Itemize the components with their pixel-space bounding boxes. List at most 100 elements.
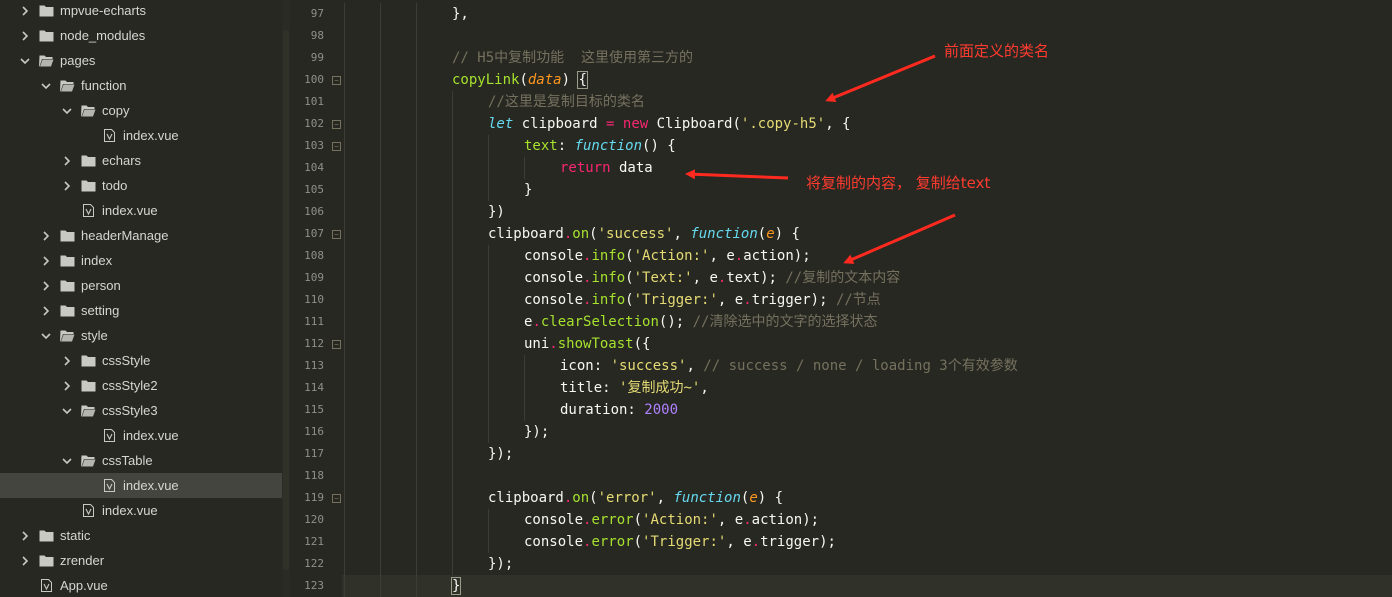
code-line[interactable]: clipboard.on('error', function(e) {: [342, 487, 1392, 509]
code-token-punc: :: [557, 138, 575, 154]
code-line[interactable]: //这里是复制目标的类名: [342, 91, 1392, 113]
chevron-down-icon[interactable]: [60, 104, 74, 118]
tree-folder-copy[interactable]: copy: [0, 98, 282, 123]
tree-file[interactable]: index.vue: [0, 198, 282, 223]
indent-guide: [344, 179, 345, 201]
tree-folder-headermanage[interactable]: headerManage: [0, 223, 282, 248]
tree-item-label: index: [81, 253, 113, 268]
indent-guide: [344, 201, 345, 223]
chevron-right-icon[interactable]: [18, 29, 32, 43]
code-line[interactable]: });: [342, 443, 1392, 465]
chevron-right-icon[interactable]: [18, 4, 32, 18]
chevron-down-icon[interactable]: [18, 54, 32, 68]
tree-folder-index[interactable]: index: [0, 248, 282, 273]
code-line[interactable]: }: [342, 575, 1392, 597]
tree-folder-todo[interactable]: todo: [0, 173, 282, 198]
tree-folder-function[interactable]: function: [0, 73, 282, 98]
indent-guide: [344, 421, 345, 443]
chevron-down-icon[interactable]: [39, 329, 53, 343]
code-line[interactable]: console.info('Text:', e.text); //复制的文本内容: [342, 267, 1392, 289]
code-line[interactable]: // H5中复制功能 这里使用第三方的: [342, 47, 1392, 69]
indent-guide: [452, 355, 453, 377]
indent-guide: [380, 311, 381, 333]
code-line[interactable]: console.info('Action:', e.action);: [342, 245, 1392, 267]
code-line[interactable]: let clipboard = new Clipboard('.copy-h5'…: [342, 113, 1392, 135]
tree-folder-node-modules[interactable]: node_modules: [0, 23, 282, 48]
chevron-down-icon[interactable]: [60, 454, 74, 468]
code-line[interactable]: text: function() {: [342, 135, 1392, 157]
indent-guide: [452, 421, 453, 443]
tree-folder-echars[interactable]: echars: [0, 148, 282, 173]
chevron-right-icon[interactable]: [18, 529, 32, 543]
chevron-right-icon[interactable]: [39, 279, 53, 293]
fold-toggle-icon[interactable]: −: [332, 142, 341, 151]
tree-folder-style[interactable]: style: [0, 323, 282, 348]
tree-file[interactable]: index.vue: [0, 123, 282, 148]
tree-file[interactable]: index.vue: [0, 473, 282, 498]
code-line[interactable]: });: [342, 421, 1392, 443]
tree-item-label: cssStyle3: [102, 403, 158, 418]
chevron-right-icon[interactable]: [60, 354, 74, 368]
code-line[interactable]: e.clearSelection(); //清除选中的文字的选择状态: [342, 311, 1392, 333]
chevron-right-icon[interactable]: [60, 154, 74, 168]
line-number: 121: [304, 535, 324, 548]
chevron-right-icon[interactable]: [39, 229, 53, 243]
code-line[interactable]: icon: 'success', // success / none / loa…: [342, 355, 1392, 377]
code-line[interactable]: title: '复制成功~',: [342, 377, 1392, 399]
fold-toggle-icon[interactable]: −: [332, 494, 341, 503]
code-text: let clipboard = new Clipboard('.copy-h5'…: [488, 113, 851, 135]
tree-folder-static[interactable]: static: [0, 523, 282, 548]
indent-guide: [416, 179, 417, 201]
chevron-right-icon[interactable]: [60, 179, 74, 193]
code-line[interactable]: duration: 2000: [342, 399, 1392, 421]
code-line[interactable]: console.info('Trigger:', e.trigger); //节…: [342, 289, 1392, 311]
tree-folder-setting[interactable]: setting: [0, 298, 282, 323]
chevron-down-icon[interactable]: [60, 404, 74, 418]
indent-guide: [416, 289, 417, 311]
indent-guide: [416, 157, 417, 179]
chevron-right-icon[interactable]: [39, 304, 53, 318]
indent-guide: [452, 157, 453, 179]
sidebar-scrollbar-thumb[interactable]: [283, 30, 289, 570]
tree-folder-zrender[interactable]: zrender: [0, 548, 282, 573]
code-token-punc: , e: [717, 292, 744, 308]
code-editor[interactable]: }, // H5中复制功能 这里使用第三方的 copyLink(data) {//这…: [342, 0, 1392, 597]
tree-folder-pages[interactable]: pages: [0, 48, 282, 73]
code-line[interactable]: copyLink(data) {: [342, 69, 1392, 91]
code-token-punc: (: [633, 534, 643, 550]
indent-guide: [452, 179, 453, 201]
tree-folder-cssstyle[interactable]: cssStyle: [0, 348, 282, 373]
code-line[interactable]: clipboard.on('success', function(e) {: [342, 223, 1392, 245]
code-line[interactable]: [342, 25, 1392, 47]
code-line[interactable]: uni.showToast({: [342, 333, 1392, 355]
code-line[interactable]: [342, 465, 1392, 487]
sidebar-scrollbar[interactable]: [282, 0, 290, 597]
code-line[interactable]: });: [342, 553, 1392, 575]
tree-folder-person[interactable]: person: [0, 273, 282, 298]
indent-guide: [452, 443, 453, 465]
code-token-kw: .: [734, 248, 744, 264]
line-number: 117: [304, 447, 324, 460]
chevron-down-icon[interactable]: [39, 79, 53, 93]
fold-toggle-icon[interactable]: −: [332, 76, 341, 85]
tree-file[interactable]: index.vue: [0, 498, 282, 523]
code-token-punc: },: [452, 6, 469, 22]
code-line[interactable]: },: [342, 3, 1392, 25]
tree-folder-csstable[interactable]: cssTable: [0, 448, 282, 473]
tree-file[interactable]: index.vue: [0, 423, 282, 448]
chevron-right-icon[interactable]: [18, 554, 32, 568]
fold-toggle-icon[interactable]: −: [332, 340, 341, 349]
code-line[interactable]: console.error('Trigger:', e.trigger);: [342, 531, 1392, 553]
tree-file[interactable]: App.vue: [0, 573, 282, 597]
indent-guide: [380, 421, 381, 443]
tree-folder-mpvue-echarts[interactable]: mpvue-echarts: [0, 0, 282, 23]
code-token-punc: trigger);: [751, 292, 836, 308]
chevron-right-icon[interactable]: [39, 254, 53, 268]
fold-toggle-icon[interactable]: −: [332, 230, 341, 239]
chevron-right-icon[interactable]: [60, 379, 74, 393]
tree-folder-cssstyle2[interactable]: cssStyle2: [0, 373, 282, 398]
code-line[interactable]: }): [342, 201, 1392, 223]
code-line[interactable]: console.error('Action:', e.action);: [342, 509, 1392, 531]
tree-folder-cssstyle3[interactable]: cssStyle3: [0, 398, 282, 423]
fold-toggle-icon[interactable]: −: [332, 120, 341, 129]
